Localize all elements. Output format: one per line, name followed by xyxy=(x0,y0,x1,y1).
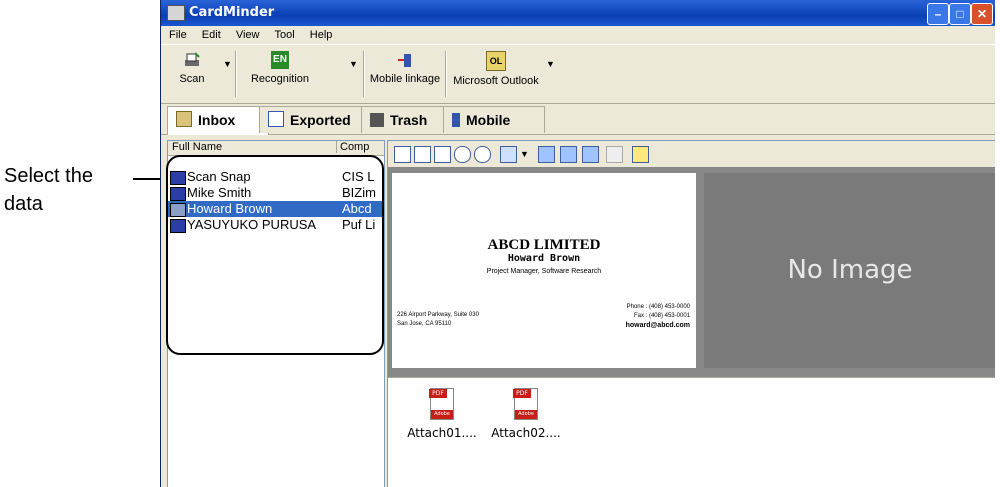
close-button[interactable]: ✕ xyxy=(971,3,993,25)
fit-page-icon[interactable] xyxy=(434,146,451,163)
app-icon xyxy=(167,5,185,21)
menu-view[interactable]: View xyxy=(236,26,260,44)
card-address-line-1: 226 Airport Parkway, Suite 030 xyxy=(397,312,479,318)
tab-trash[interactable]: Trash xyxy=(361,106,445,133)
toolbar-separator xyxy=(445,51,447,97)
card-address-line-2: San Jose, CA 95110 xyxy=(397,321,452,327)
mobile-linkage-button[interactable]: Mobile linkage xyxy=(367,51,443,97)
main-toolbar: Scan ▼ EN Recognition ▼ Mobile linkage O… xyxy=(161,44,995,104)
no-image-placeholder: No Image xyxy=(704,173,995,368)
scanner-icon xyxy=(185,52,200,66)
pdf-icon: PDF Adobe xyxy=(429,388,454,420)
export-dropdown-icon[interactable]: ▼ xyxy=(520,149,529,159)
microsoft-outlook-button[interactable]: OL Microsoft Outlook xyxy=(449,51,543,97)
card-image-area: ABCD LIMITED Howard Brown Project Manage… xyxy=(388,167,995,377)
menu-bar: File Edit View Tool Help xyxy=(161,26,995,44)
callout-line-1: Select the xyxy=(4,165,93,187)
card-viewer: ▼ ABCD LIMITED Howard Brown Project Mana… xyxy=(387,140,995,487)
trash-icon xyxy=(370,113,384,127)
card-contacts: Phone : (408) 453-0000 Fax : (408) 453-0… xyxy=(626,303,690,330)
zoom-in-icon[interactable] xyxy=(454,146,471,163)
callout-label: Select the data xyxy=(4,162,93,218)
tab-exported[interactable]: Exported xyxy=(259,106,363,133)
outlook-icon: OL xyxy=(486,51,506,71)
folder-tabs: Inbox Exported Trash Mobile xyxy=(161,104,995,135)
selection-highlight xyxy=(166,155,384,355)
menu-tool[interactable]: Tool xyxy=(275,26,295,44)
front-side-icon[interactable] xyxy=(538,146,555,163)
rotate-icon[interactable] xyxy=(394,146,411,163)
recognition-view-icon[interactable] xyxy=(632,146,649,163)
compare-icon[interactable] xyxy=(606,146,623,163)
attachment-item[interactable]: PDF Adobe Attach02.... xyxy=(486,388,566,440)
menu-file[interactable]: File xyxy=(169,26,187,44)
callout-pointer xyxy=(133,178,163,180)
mobile-linkage-icon xyxy=(398,54,411,67)
card-company: ABCD LIMITED xyxy=(487,237,601,253)
back-side-icon[interactable] xyxy=(560,146,577,163)
recognition-dropdown-icon[interactable]: ▼ xyxy=(349,59,358,69)
window-title: CardMinder xyxy=(189,5,275,20)
scan-button[interactable]: Scan xyxy=(171,51,213,97)
list-header: Full Name Comp xyxy=(168,141,384,156)
menu-edit[interactable]: Edit xyxy=(202,26,221,44)
outlook-dropdown-icon[interactable]: ▼ xyxy=(546,59,555,69)
export-icon[interactable] xyxy=(500,146,517,163)
fit-width-icon[interactable] xyxy=(414,146,431,163)
tab-mobile-label: Mobile xyxy=(466,112,511,128)
maximize-button[interactable]: □ xyxy=(949,3,971,25)
attachment-item[interactable]: PDF Adobe Attach01.... xyxy=(402,388,482,440)
toolbar-separator xyxy=(235,51,237,97)
title-bar[interactable]: CardMinder – □ ✕ xyxy=(161,0,995,26)
attachment-name: Attach01.... xyxy=(407,426,477,440)
both-sides-icon[interactable] xyxy=(582,146,599,163)
tab-trash-label: Trash xyxy=(390,112,428,128)
menu-help[interactable]: Help xyxy=(310,26,333,44)
card-name: Howard Brown xyxy=(507,253,581,264)
tab-inbox-label: Inbox xyxy=(198,112,236,128)
outlook-label: Microsoft Outlook xyxy=(453,75,539,87)
column-header-company[interactable]: Comp xyxy=(336,141,384,153)
column-header-full-name[interactable]: Full Name xyxy=(172,141,332,153)
tab-exported-label: Exported xyxy=(290,112,351,128)
tab-mobile[interactable]: Mobile xyxy=(443,106,545,133)
tab-inbox[interactable]: Inbox xyxy=(167,106,269,135)
card-email: howard@abcd.com xyxy=(625,322,690,329)
minimize-button[interactable]: – xyxy=(927,3,949,25)
pdf-icon: PDF Adobe xyxy=(513,388,538,420)
scan-label: Scan xyxy=(179,73,205,85)
card-role: Project Manager, Software Research xyxy=(486,268,602,275)
attachment-name: Attach02.... xyxy=(491,426,561,440)
toolbar-separator xyxy=(363,51,365,97)
mobile-linkage-label: Mobile linkage xyxy=(369,73,441,85)
inbox-icon xyxy=(176,111,192,127)
callout-line-2: data xyxy=(4,193,43,215)
attachments-area: PDF Adobe Attach01.... PDF Adobe Attach02.… xyxy=(388,377,995,487)
recognition-label: Recognition xyxy=(250,73,310,85)
zoom-out-icon[interactable] xyxy=(474,146,491,163)
exported-icon xyxy=(268,111,284,127)
scan-dropdown-icon[interactable]: ▼ xyxy=(223,59,232,69)
card-fax: Fax : (408) 453-0001 xyxy=(633,313,690,319)
business-card-front: ABCD LIMITED Howard Brown Project Manage… xyxy=(392,173,696,368)
recognition-button[interactable]: EN Recognition xyxy=(243,51,317,97)
card-address: 226 Airport Parkway, Suite 030 San Jose,… xyxy=(397,311,479,329)
mobile-icon xyxy=(452,113,460,127)
card-phone: Phone : (408) 453-0000 xyxy=(626,304,690,310)
viewer-toolbar: ▼ xyxy=(388,141,995,167)
recognition-icon: EN xyxy=(271,51,289,69)
